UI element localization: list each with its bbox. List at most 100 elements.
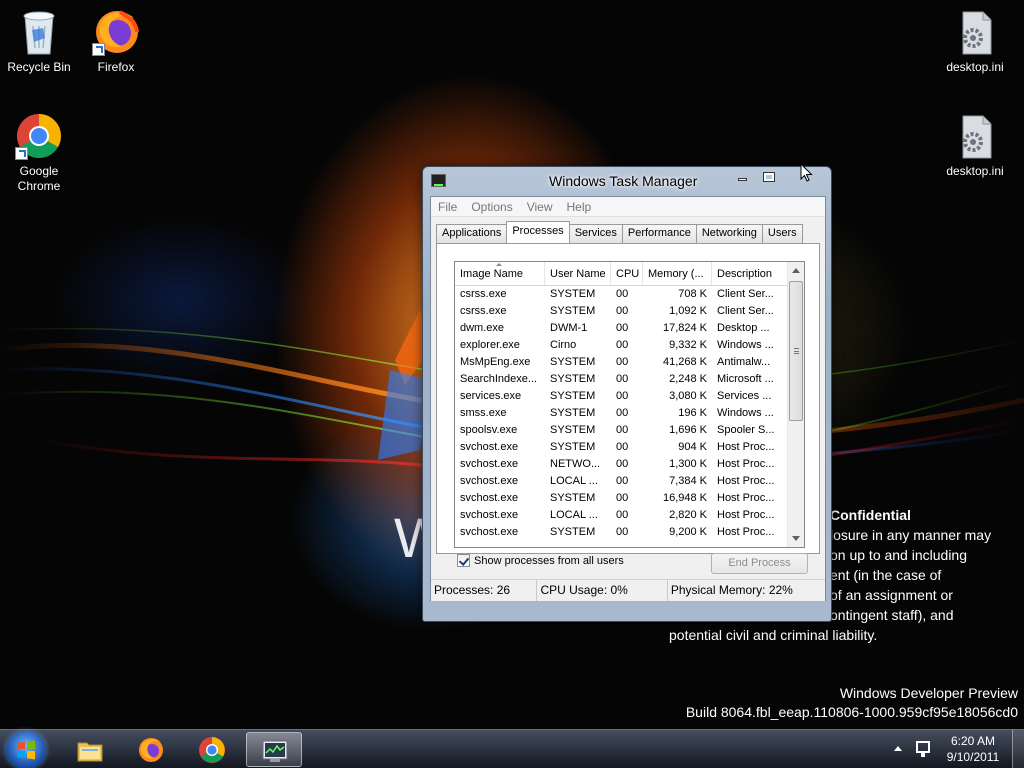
task-manager-window[interactable]: Windows Task Manager File Options View H… — [422, 166, 832, 622]
table-row[interactable]: spoolsv.exe SYSTEM 00 1,696 K Spooler S... — [455, 422, 804, 439]
table-row[interactable]: csrss.exe SYSTEM 00 1,092 K Client Ser... — [455, 303, 804, 320]
table-row[interactable]: svchost.exe LOCAL ... 00 2,820 K Host Proc..… — [455, 507, 804, 524]
cell-image-name: csrss.exe — [460, 288, 507, 300]
start-button[interactable] — [6, 731, 46, 768]
scroll-thumb[interactable] — [789, 281, 803, 421]
taskbar-chrome[interactable] — [184, 732, 240, 767]
cell-description: Host Proc... — [717, 509, 775, 521]
desktop-icon-firefox[interactable]: Firefox — [78, 8, 154, 75]
cell-description: Antimalw... — [717, 356, 771, 368]
cell-memory: 7,384 K — [669, 475, 707, 487]
cell-description: Windows ... — [717, 339, 774, 351]
menu-help[interactable]: Help — [560, 197, 599, 216]
cell-user-name: SYSTEM — [550, 424, 596, 436]
title-bar[interactable]: Windows Task Manager — [423, 167, 831, 195]
cell-cpu: 00 — [616, 407, 629, 419]
table-row[interactable]: explorer.exe Cirno 00 9,332 K Windows ... — [455, 337, 804, 354]
column-header-memory[interactable]: Memory (... — [643, 262, 712, 285]
status-processes: Processes: 26 — [431, 580, 538, 601]
desktop-icon-label: desktop.ini — [946, 60, 1004, 74]
taskbar-firefox[interactable] — [123, 732, 179, 767]
tab-performance[interactable]: Performance — [621, 224, 697, 243]
tab-strip: Applications Processes Services Performa… — [436, 221, 803, 243]
cell-description: Microsoft ... — [717, 373, 774, 385]
cell-memory: 2,820 K — [669, 509, 707, 521]
taskbar-file-explorer[interactable] — [62, 732, 118, 767]
cell-description: Host Proc... — [717, 526, 775, 538]
column-header-cpu[interactable]: CPU — [611, 262, 643, 285]
tab-networking[interactable]: Networking — [695, 224, 763, 243]
tab-services[interactable]: Services — [568, 224, 623, 243]
table-row[interactable]: svchost.exe SYSTEM 00 9,200 K Host Proc... — [455, 524, 804, 541]
cell-memory: 708 K — [678, 288, 707, 300]
cell-image-name: spoolsv.exe — [460, 424, 518, 436]
table-row[interactable]: svchost.exe SYSTEM 00 16,948 K Host Proc... — [455, 490, 804, 507]
cell-user-name: Cirno — [550, 339, 577, 351]
cell-user-name: NETWO... — [550, 458, 601, 470]
cell-image-name: MsMpEng.exe — [460, 356, 531, 368]
shortcut-arrow-icon — [15, 147, 28, 160]
cell-user-name: SYSTEM — [550, 373, 596, 385]
table-row[interactable]: svchost.exe SYSTEM 00 904 K Host Proc... — [455, 439, 804, 456]
cell-user-name: SYSTEM — [550, 356, 596, 368]
desktop-icon-desktop-ini-2[interactable]: desktop.ini — [937, 112, 1013, 179]
menu-view[interactable]: View — [520, 197, 560, 216]
show-desktop-button[interactable] — [1012, 730, 1024, 768]
taskbar-task-manager[interactable] — [246, 732, 302, 767]
task-manager-icon — [431, 174, 446, 187]
clock-time: 6:20 AM — [950, 734, 996, 748]
column-header-user-name[interactable]: User Name — [545, 262, 611, 285]
end-process-button[interactable]: End Process — [711, 553, 808, 574]
desktop-icon-desktop-ini-1[interactable]: desktop.ini — [937, 8, 1013, 75]
menu-file[interactable]: File — [431, 197, 464, 216]
cell-user-name: SYSTEM — [550, 492, 596, 504]
cell-memory: 9,200 K — [669, 526, 707, 538]
show-hidden-icons-icon[interactable] — [894, 746, 902, 751]
minimize-button[interactable] — [729, 168, 755, 187]
scroll-down-icon[interactable] — [792, 536, 800, 541]
desktop-icon-recycle-bin[interactable]: Recycle Bin — [1, 8, 77, 75]
maximize-button[interactable] — [756, 168, 782, 187]
cell-user-name: LOCAL ... — [550, 475, 598, 487]
column-header-description[interactable]: Description — [712, 262, 789, 285]
cell-memory: 41,268 K — [662, 356, 707, 368]
task-manager-icon — [262, 740, 288, 762]
table-row[interactable]: smss.exe SYSTEM 00 196 K Windows ... — [455, 405, 804, 422]
process-list[interactable]: Image Name User Name CPU Memory (... Des… — [454, 261, 805, 548]
table-row[interactable]: SearchIndexe... SYSTEM 00 2,248 K Microsoft … — [455, 371, 804, 388]
cell-image-name: SearchIndexe... — [460, 373, 538, 385]
table-row[interactable]: svchost.exe LOCAL ... 00 7,384 K Host Proc..… — [455, 473, 804, 490]
cell-cpu: 00 — [616, 475, 629, 487]
recycle-bin-icon — [15, 8, 63, 56]
table-row[interactable]: svchost.exe NETWO... 00 1,300 K Host Proc... — [455, 456, 804, 473]
cell-description: Client Ser... — [717, 288, 774, 300]
cell-image-name: services.exe — [460, 390, 522, 402]
cell-memory: 16,948 K — [662, 492, 707, 504]
show-all-users-toggle[interactable]: Show processes from all users — [457, 554, 624, 567]
tab-processes[interactable]: Processes — [506, 221, 570, 243]
processes-page: Image Name User Name CPU Memory (... Des… — [436, 243, 820, 574]
network-icon[interactable] — [916, 741, 930, 757]
cell-description: Windows ... — [717, 407, 774, 419]
cell-cpu: 00 — [616, 305, 629, 317]
tab-applications[interactable]: Applications — [436, 224, 508, 243]
table-row[interactable]: csrss.exe SYSTEM 00 708 K Client Ser... — [455, 286, 804, 303]
cell-cpu: 00 — [616, 390, 629, 402]
tab-users[interactable]: Users — [761, 224, 803, 243]
cell-image-name: svchost.exe — [460, 475, 519, 487]
desktop-icon-google-chrome[interactable]: Google Chrome — [1, 112, 77, 194]
column-header-image-name[interactable]: Image Name — [455, 262, 545, 285]
window-client-area: File Options View Help Applications Proc… — [430, 196, 826, 601]
file-explorer-icon — [77, 742, 103, 762]
table-row[interactable]: dwm.exe DWM-1 00 17,824 K Desktop ... — [455, 320, 804, 337]
show-all-users-checkbox[interactable] — [457, 554, 470, 567]
table-row[interactable]: MsMpEng.exe SYSTEM 00 41,268 K Antimalw... — [455, 354, 804, 371]
menu-options[interactable]: Options — [464, 197, 519, 216]
clock[interactable]: 6:20 AM 9/10/2011 — [938, 733, 1008, 765]
scroll-up-icon[interactable] — [792, 268, 800, 273]
firefox-icon — [139, 738, 163, 762]
cell-user-name: SYSTEM — [550, 407, 596, 419]
vertical-scrollbar[interactable] — [787, 262, 804, 547]
cell-image-name: explorer.exe — [460, 339, 520, 351]
table-row[interactable]: services.exe SYSTEM 00 3,080 K Services ... — [455, 388, 804, 405]
